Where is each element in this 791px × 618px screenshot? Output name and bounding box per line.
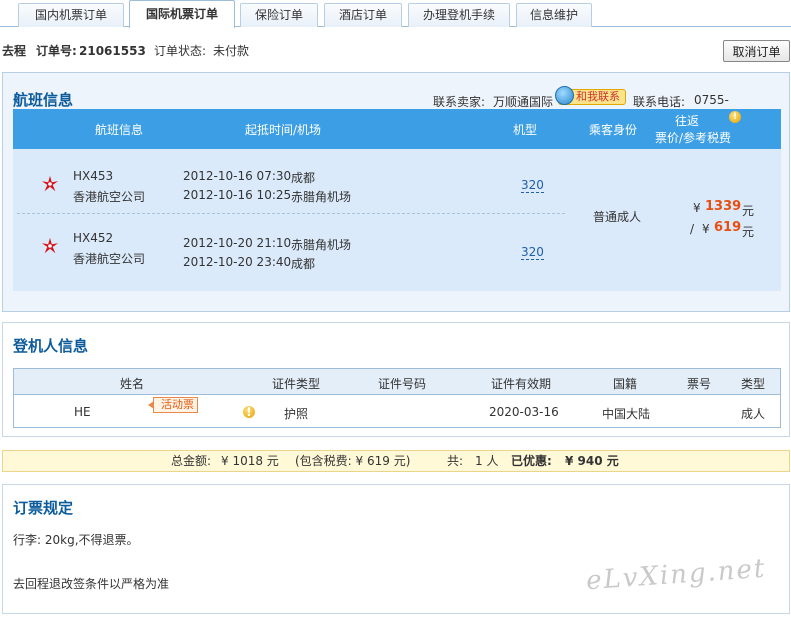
plane-type-link[interactable]: 320 <box>521 246 544 260</box>
passenger-count: 1 人 <box>475 454 499 468</box>
order-number: 21061553 <box>79 44 146 58</box>
order-status: 未付款 <box>213 44 250 58</box>
hong-kong-airlines-logo-icon <box>41 175 59 192</box>
header-id-number: 证件号码 <box>378 377 427 391</box>
departure-airport: 成都 <box>291 171 316 185</box>
contact-seller-label: 联系卖家: <box>433 95 486 109</box>
header-id-expiry: 证件有效期 <box>491 377 552 391</box>
total-label: 总金额: <box>171 454 212 468</box>
plane-type-link[interactable]: 320 <box>521 179 544 193</box>
passenger-id-expiry: 2020-03-16 <box>489 405 559 419</box>
passenger-nationality: 中国大陆 <box>602 407 651 421</box>
arrival-airport: 成都 <box>291 257 316 271</box>
segment-divider <box>17 213 565 214</box>
fare-unit: 元 <box>742 204 755 218</box>
arrival-time: 2012-10-20 23:40 <box>183 255 292 269</box>
tax-amount: 619 <box>714 220 742 235</box>
airline-name: 香港航空公司 <box>73 252 146 266</box>
header-time-airport: 起抵时间/机场 <box>245 123 322 137</box>
hong-kong-airlines-logo-icon <box>41 237 59 254</box>
total-amount: ¥ 1018 元 <box>221 454 279 468</box>
trip-direction: 去程 <box>2 44 27 58</box>
ticket-rules-title: 订票规定 <box>13 499 74 517</box>
flight-number: HX452 <box>73 231 114 245</box>
passenger-table-header: 姓名 证件类型 证件号码 证件有效期 国籍 票号 类型 <box>14 369 780 395</box>
arrival-time: 2012-10-16 10:25 <box>183 188 292 202</box>
tab-hotel-orders[interactable]: 酒店订单 <box>324 3 402 27</box>
departure-time: 2012-10-16 07:30 <box>183 169 292 183</box>
order-status-label: 订单状态: <box>154 44 207 58</box>
tax-currency: ¥ <box>702 222 710 236</box>
header-plane: 机型 <box>513 123 538 137</box>
header-ticket-number: 票号 <box>687 377 712 391</box>
flight-table-header: 航班信息 起抵时间/机场 机型 乘客身份 往返 ! 票价/参考税费 <box>13 109 781 149</box>
tab-info-maintenance[interactable]: 信息维护 <box>516 3 592 27</box>
passenger-id-type: 护照 <box>284 407 309 421</box>
help-icon[interactable]: ! <box>243 406 255 418</box>
chat-icon <box>555 86 574 105</box>
passenger-name: HE <box>74 405 91 419</box>
tax-included-note: (包含税费: ¥ 619 元) <box>295 454 411 468</box>
header-nationality: 国籍 <box>613 377 638 391</box>
header-price-roundtrip: 往返 <box>675 114 700 128</box>
flight-info-title: 航班信息 <box>13 91 74 109</box>
flight-info-panel: 航班信息 联系卖家: 万顺通国际 和我联系 联系电话: 0755-3335555… <box>2 72 790 312</box>
tab-check-in[interactable]: 办理登机手续 <box>408 3 510 27</box>
departure-time: 2012-10-20 21:10 <box>183 236 292 250</box>
tax-unit: 元 <box>742 225 755 239</box>
phone-label: 联系电话: <box>633 95 686 109</box>
change-refund-note: 去回程退改签条件以严格为准 <box>13 577 170 591</box>
contact-me-button[interactable]: 和我联系 <box>555 86 626 105</box>
passenger-info-panel: 登机人信息 姓名 证件类型 证件号码 证件有效期 国籍 票号 类型 HE ! 护… <box>2 322 790 437</box>
header-id-type: 证件类型 <box>272 377 321 391</box>
header-name: 姓名 <box>120 377 145 391</box>
header-passenger-type: 类型 <box>741 377 766 391</box>
passenger-count-label: 共: <box>447 454 464 468</box>
passenger-table: 姓名 证件类型 证件号码 证件有效期 国籍 票号 类型 HE ! 护照 2020… <box>13 368 781 428</box>
seller-name: 万顺通国际 <box>493 95 554 109</box>
tab-international-flight-orders[interactable]: 国际机票订单 <box>129 0 235 28</box>
order-tabs: 国内机票订单 国际机票订单 保险订单 酒店订单 办理登机手续 信息维护 <box>0 0 791 28</box>
passenger-info-title: 登机人信息 <box>13 337 89 355</box>
order-summary-bar: 去程 订单号: 21061553 订单状态: 未付款 <box>0 40 791 62</box>
baggage-rule: 行李: 20kg,不得退票。 <box>13 533 139 547</box>
airline-name: 香港航空公司 <box>73 190 146 204</box>
order-number-label: 订单号: <box>36 44 77 58</box>
passenger-type: 成人 <box>741 407 766 421</box>
fare-currency: ¥ <box>693 201 701 215</box>
promo-ticket-badge: 活动票 <box>148 397 198 413</box>
contact-me-label: 和我联系 <box>576 90 620 103</box>
fare-amount: 1339 <box>705 199 742 214</box>
tab-insurance-orders[interactable]: 保险订单 <box>240 3 318 27</box>
header-price-tax: 票价/参考税费 <box>655 131 732 145</box>
header-flight: 航班信息 <box>95 123 144 137</box>
flight-table-body: HX453 香港航空公司 2012-10-16 07:30 成都 2012-10… <box>13 149 781 291</box>
discount-label: 已优惠: <box>511 454 552 468</box>
cancel-order-button[interactable]: 取消订单 <box>723 40 790 62</box>
arrival-airport: 赤腊角机场 <box>291 190 352 204</box>
tax-separator: / <box>690 222 695 236</box>
order-total-bar: 总金额: ¥ 1018 元 (包含税费: ¥ 619 元) 共: 1 人 已优惠… <box>2 450 790 472</box>
tab-domestic-flight-orders[interactable]: 国内机票订单 <box>18 3 124 27</box>
ticket-rules-panel: 订票规定 行李: 20kg,不得退票。 去回程退改签条件以严格为准 <box>2 484 790 614</box>
header-passenger-type: 乘客身份 <box>589 123 638 137</box>
flight-number: HX453 <box>73 169 114 183</box>
departure-airport: 赤腊角机场 <box>291 238 352 252</box>
discount-amount: ¥ 940 元 <box>565 454 619 468</box>
passenger-type: 普通成人 <box>593 210 642 224</box>
help-icon[interactable]: ! <box>729 111 741 123</box>
